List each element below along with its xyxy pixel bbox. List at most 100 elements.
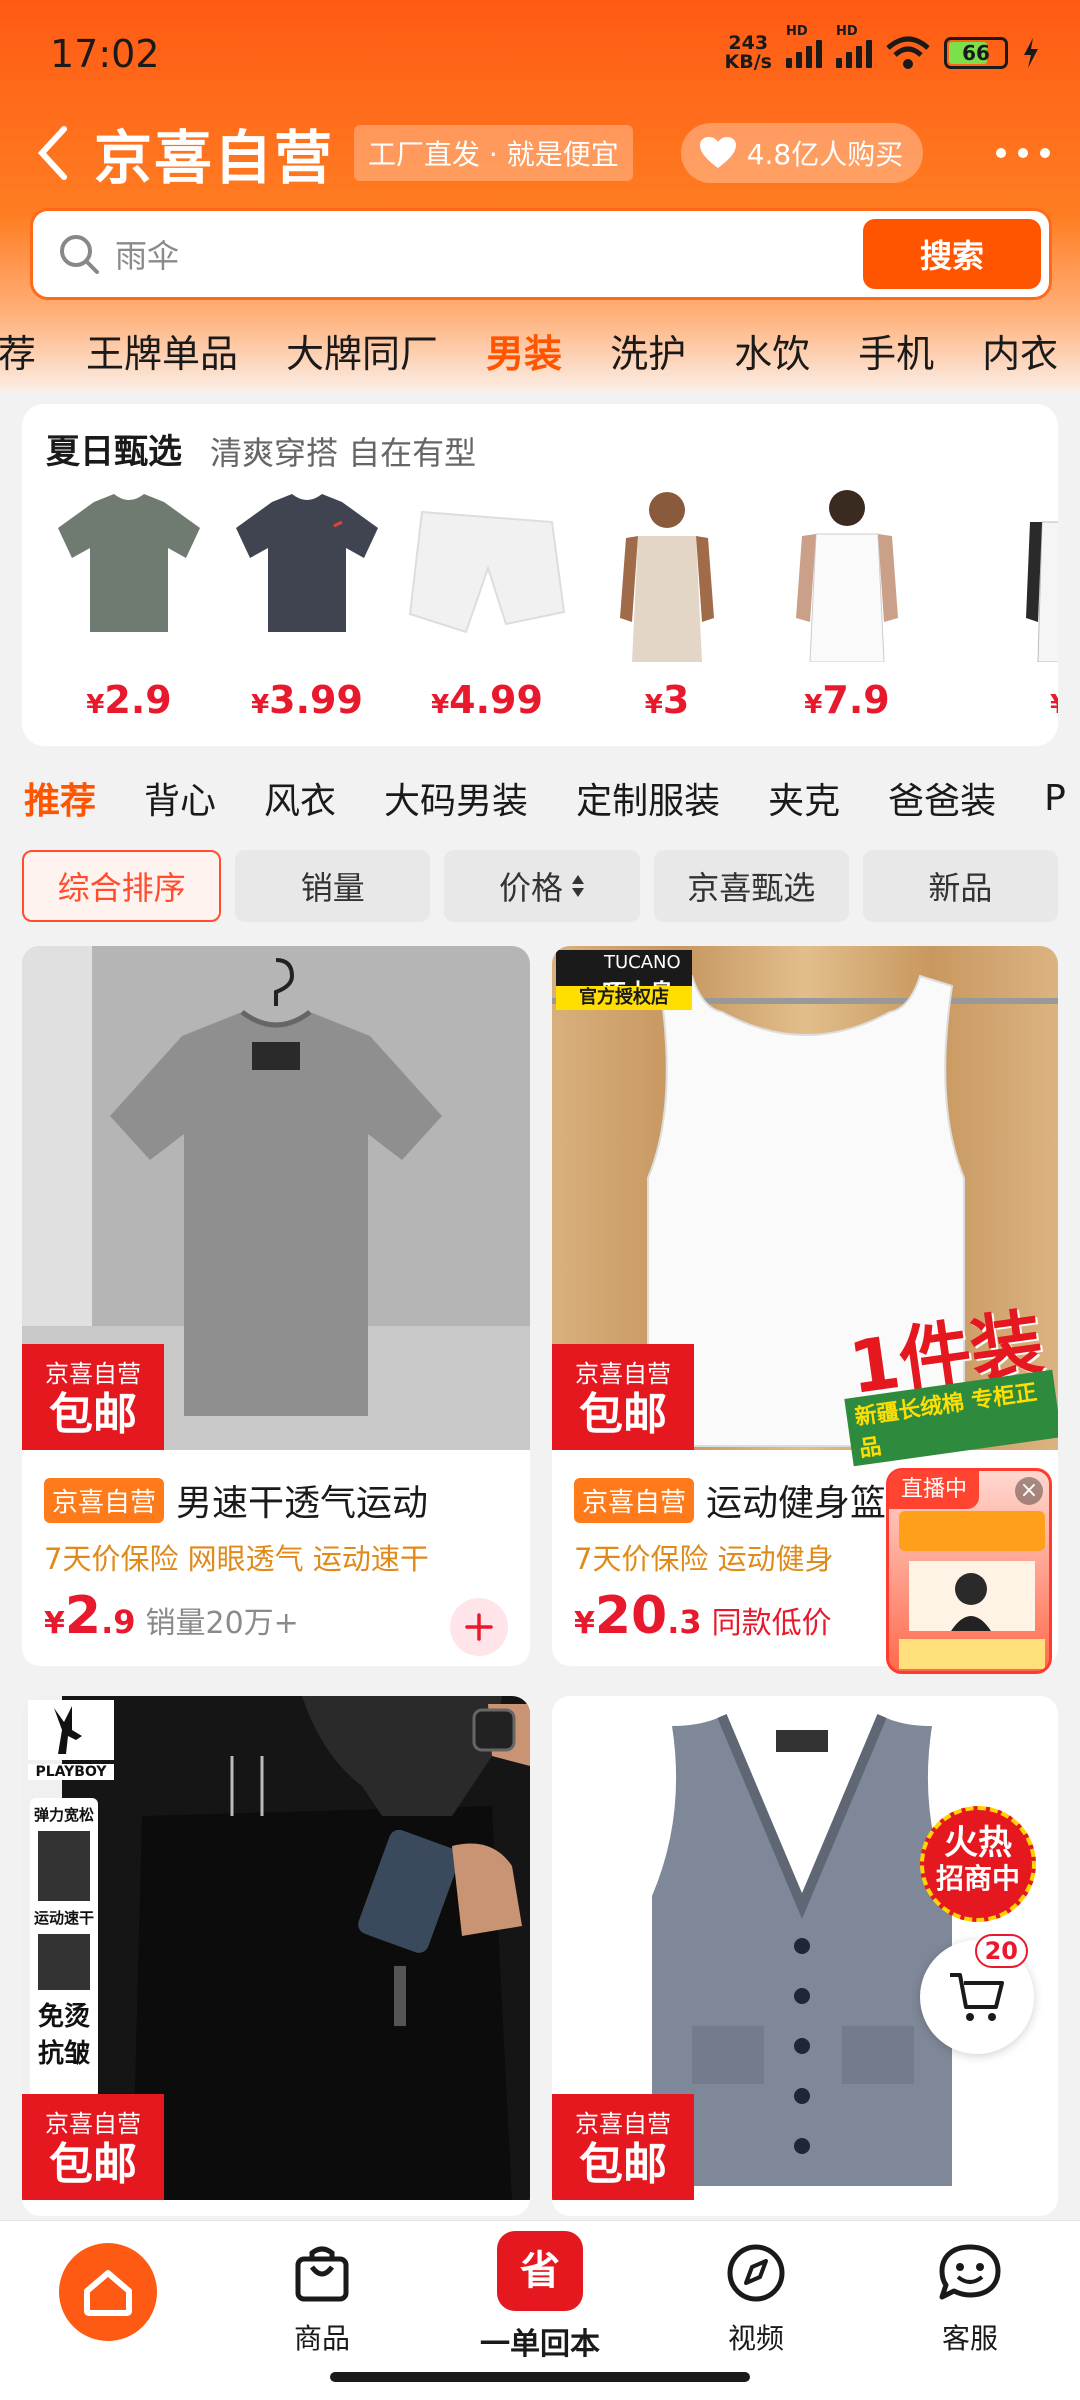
summer-item[interactable]: ¥4.99 (402, 482, 572, 742)
self-operated-badge: 京喜自营 包邮 (552, 2094, 694, 2200)
more-button[interactable] (996, 148, 1050, 158)
add-to-cart-button[interactable] (450, 1598, 508, 1656)
summer-item[interactable]: ¥3.99 (222, 482, 392, 742)
self-operated-badge: 京喜自营 包邮 (22, 2094, 164, 2200)
summer-price: 3.99 (269, 678, 363, 722)
tab-underwear[interactable]: 内衣 (982, 323, 1058, 378)
feature-side-strip: 弹力宽松 运动速干 免烫 抗皱 (30, 1798, 98, 2098)
summer-item[interactable]: ¥3 (582, 482, 752, 742)
home-indicator[interactable] (330, 2372, 750, 2382)
sort-overall-button[interactable]: 综合排序 (22, 850, 222, 922)
subtab-vest[interactable]: 背心 (144, 772, 216, 824)
subtab-plus-size[interactable]: 大码男装 (384, 772, 528, 824)
sort-filters: 综合排序 销量 价格 京喜甄选 新品 (22, 850, 1059, 922)
page-title: 京喜自营 (94, 124, 335, 192)
summer-item[interactable]: ¥7.9 (762, 482, 932, 742)
summer-item[interactable]: ¥5 (942, 482, 1058, 742)
sort-sales-button[interactable]: 销量 (235, 850, 431, 922)
summer-picks-card: 夏日甄选 清爽穿搭 自在有型 ¥2.9 ¥3.99 ¥4.99 ¥3 ¥7.9 (22, 404, 1058, 746)
same-style-low-price: 同款低价 (711, 1606, 832, 1641)
close-icon[interactable]: × (1015, 1477, 1043, 1505)
slogan-badge: 工厂直发 · 就是便宜 (354, 125, 633, 181)
tab-phones[interactable]: 手机 (858, 323, 934, 378)
product-price: ¥ 20 .3 同款低价 (574, 1586, 832, 1646)
category-tabs: 荐 王牌单品 大牌同厂 男装 洗护 水饮 手机 内衣 (0, 312, 1080, 388)
subtab-dad[interactable]: 爸爸装 (888, 772, 996, 824)
battery-icon: 66 (944, 37, 1008, 69)
playboy-logo: PLAYBOY (28, 1700, 114, 1780)
chat-smile-icon (939, 2244, 1001, 2300)
tshirt-image (58, 494, 200, 632)
sales-count: 销量20万+ (145, 1606, 299, 1641)
signal-icon: HD (786, 24, 822, 68)
plus-icon (465, 1613, 493, 1641)
sort-arrows-icon (572, 875, 585, 897)
net-speed: 243 KB/s (724, 32, 772, 73)
chevron-left-icon (37, 126, 67, 180)
tab-ace[interactable]: 王牌单品 (86, 323, 238, 378)
wifi-icon (886, 36, 930, 69)
search-button[interactable]: 搜索 (863, 219, 1041, 289)
tab-bigbrand[interactable]: 大牌同厂 (286, 323, 438, 378)
product-features: 7天价保险 网眼透气 运动速干 (44, 1542, 429, 1576)
subtab-custom[interactable]: 定制服装 (576, 772, 720, 824)
nav-video[interactable]: 视频 (666, 2241, 846, 2357)
status-time: 17:02 (50, 32, 160, 76)
self-operated-badge: 京喜自营 包邮 (22, 1344, 164, 1450)
new-arrivals-button[interactable]: 新品 (862, 850, 1059, 922)
shop-badge: 官方授权店 (556, 986, 692, 1010)
cart-icon (950, 1973, 1004, 2021)
product-price: ¥ 2 .9 销量20万+ (44, 1586, 299, 1646)
back-button[interactable] (36, 123, 80, 183)
sort-price-button[interactable]: 价格 (444, 850, 640, 922)
hot-recruit-badge[interactable]: 火热 招商中 (920, 1806, 1036, 1922)
tab-menswear[interactable]: 男装 (486, 323, 562, 378)
product-card[interactable]: PLAYBOY 弹力宽松 运动速干 免烫 抗皱 京喜自营 包邮 (22, 1696, 530, 2216)
save-icon: 省 (497, 2231, 583, 2311)
summer-price: 3 (662, 678, 690, 722)
summer-price: 4.99 (449, 678, 543, 722)
self-operated-badge: 京喜自营 包邮 (552, 1344, 694, 1450)
summer-subtitle: 清爽穿搭 自在有型 (210, 434, 477, 472)
nav-service[interactable]: 客服 (880, 2241, 1060, 2357)
tab-recommend[interactable]: 荐 (0, 323, 36, 378)
product-title: 京喜自营 运动健身篮 (574, 1474, 886, 1526)
cart-count-badge: 20 (974, 1934, 1028, 1968)
nav-home[interactable] (18, 2243, 198, 2341)
summer-price: 2.9 (104, 678, 172, 722)
shorts-image (408, 510, 566, 634)
model-tanktop-image (620, 492, 714, 662)
nav-goods[interactable]: 商品 (232, 2241, 412, 2357)
jingxi-picks-button[interactable]: 京喜甄选 (653, 850, 849, 922)
subtab-more[interactable]: P (1044, 778, 1066, 819)
model-vest-image (796, 490, 898, 662)
subtab-jacket[interactable]: 夹克 (768, 772, 840, 824)
live-stream-window[interactable]: 直播中 × (886, 1468, 1052, 1674)
shopping-bag-icon (295, 2246, 349, 2302)
home-icon (59, 2243, 157, 2341)
product-features: 7天价保险 运动健身 (574, 1542, 834, 1576)
product-title: 京喜自营 男速干透气运动 (44, 1474, 428, 1526)
charging-icon (1024, 38, 1038, 68)
search-input[interactable]: 雨伞 (115, 231, 179, 277)
title-bar: 京喜自营 工厂直发 · 就是便宜 4.8亿人购买 (36, 112, 1050, 194)
sub-category-tabs: 推荐 背心 风衣 大码男装 定制服装 夹克 爸爸装 P (24, 770, 1080, 826)
search-icon (60, 235, 99, 274)
tab-drinks[interactable]: 水饮 (734, 323, 810, 378)
tab-wash[interactable]: 洗护 (610, 323, 686, 378)
signal-icon-2: HD (836, 24, 872, 68)
buyers-badge[interactable]: 4.8亿人购买 (680, 123, 924, 183)
live-label: 直播中 (889, 1471, 980, 1509)
subtab-recommend[interactable]: 推荐 (24, 772, 96, 824)
summer-item[interactable]: ¥2.9 (44, 482, 214, 742)
summer-title: 夏日甄选 (46, 432, 182, 472)
heart-icon (699, 137, 736, 168)
subtab-windbreaker[interactable]: 风衣 (264, 772, 336, 824)
video-compass-icon (727, 2244, 785, 2302)
nav-one-order[interactable]: 省 一单回本 (450, 2231, 630, 2363)
status-bar: 17:02 243 KB/s HD HD 66 (50, 24, 1040, 82)
tshirt-image (236, 494, 378, 632)
search-bar[interactable]: 雨伞 搜索 (30, 208, 1052, 300)
product-card[interactable]: 京喜自营 包邮 京喜自营 男速干透气运动 7天价保险 网眼透气 运动速干 ¥ 2… (22, 946, 530, 1666)
floating-cart-button[interactable]: 20 (920, 1934, 1034, 2054)
